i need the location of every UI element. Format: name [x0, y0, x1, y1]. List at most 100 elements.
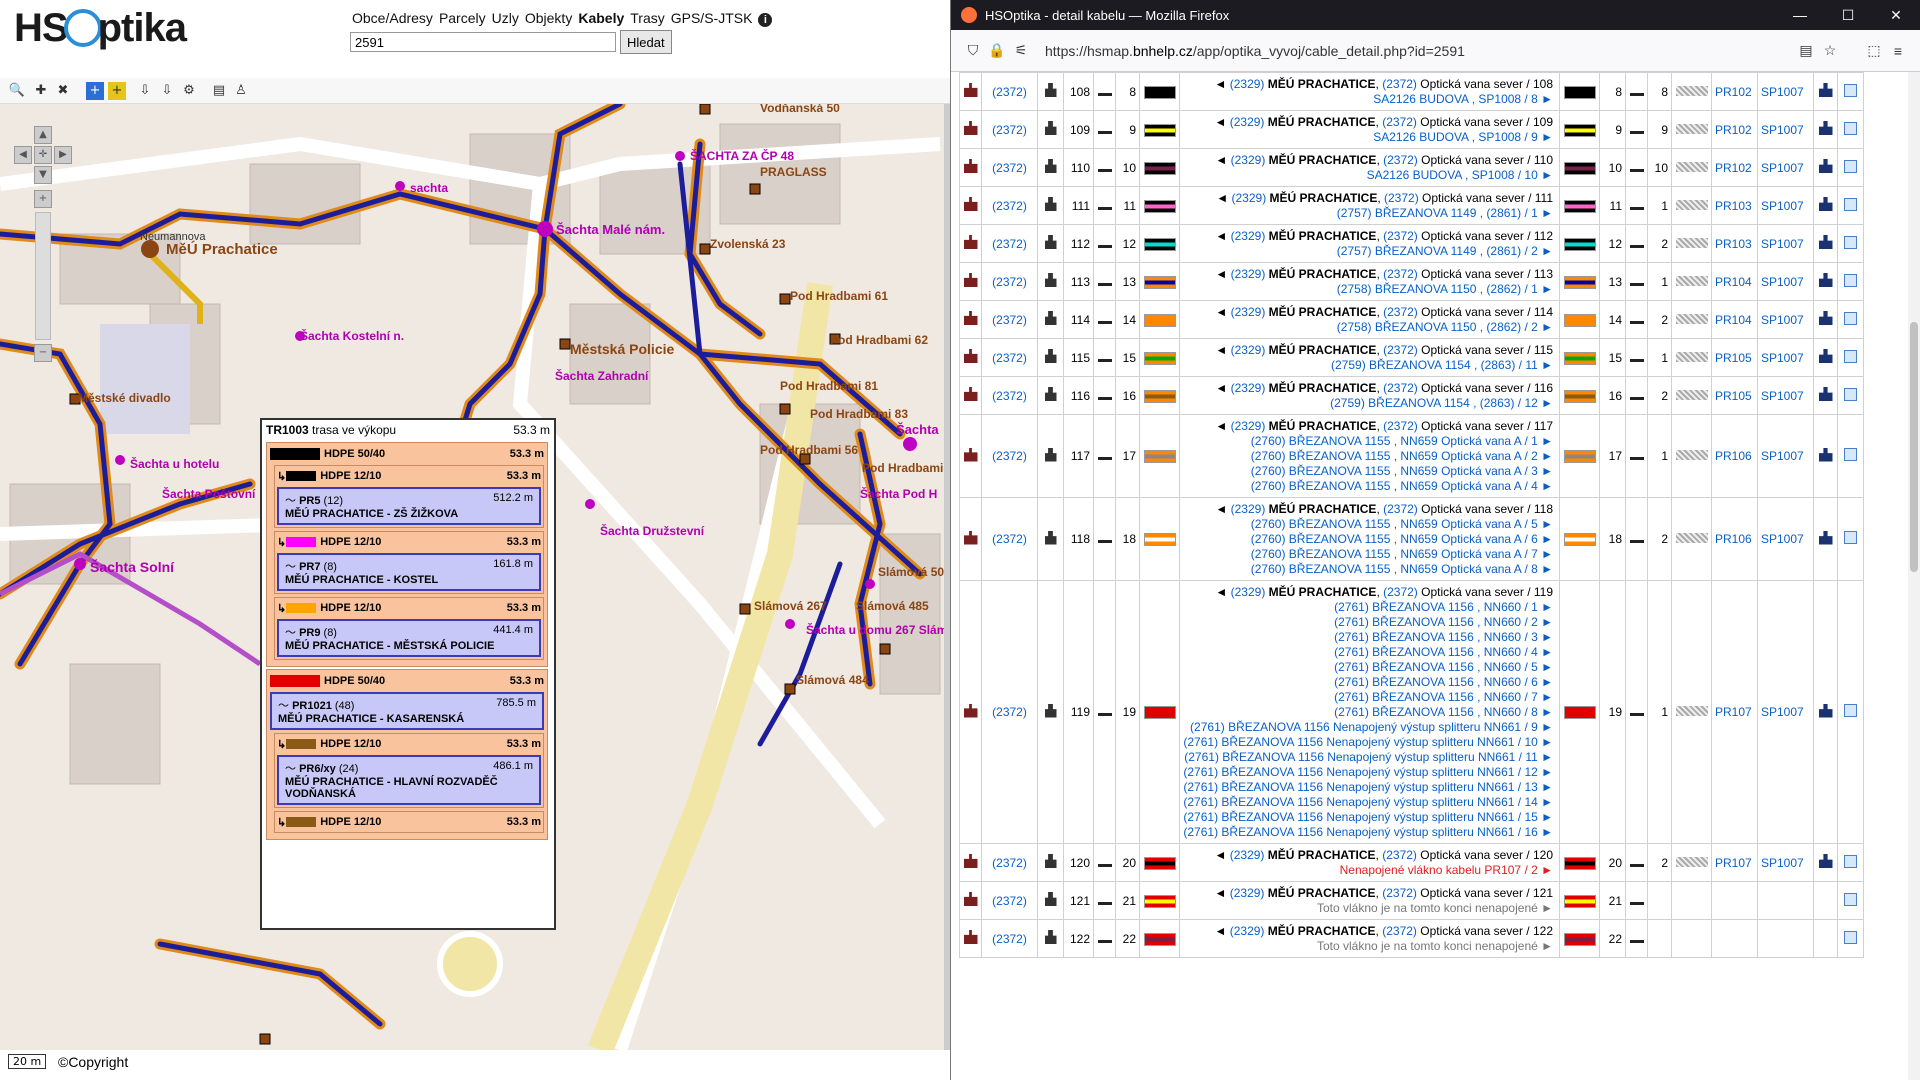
node-id[interactable]: (2372)	[981, 919, 1038, 958]
extensions-icon[interactable]: ⬚	[1862, 42, 1886, 59]
node-icon[interactable]	[963, 930, 978, 944]
fiber-destination[interactable]: (2758) BŘEZANOVA 1150 , (2862) / 2 ►	[1183, 320, 1553, 335]
fiber-destination[interactable]: (2761) BŘEZANOVA 1156 , NN660 / 4 ►	[1183, 645, 1553, 660]
splitter-link[interactable]: SP1007	[1757, 497, 1814, 581]
pan-left-icon[interactable]: ◀	[14, 146, 32, 164]
cable-link[interactable]: PR103	[1711, 186, 1758, 225]
pan-up-icon[interactable]: ▲	[34, 126, 52, 144]
permissions-icon[interactable]: ⚟	[1009, 42, 1033, 59]
node-link[interactable]: (2372)	[1384, 191, 1419, 205]
arrow-left-icon[interactable]: ◄	[1215, 419, 1227, 433]
node-link[interactable]: (2329)	[1231, 585, 1266, 599]
node-link[interactable]: (2329)	[1230, 115, 1265, 129]
cable-card[interactable]: 〜 PR9 (8) 441.4 m MĚÚ PRACHATICE - MĚSTS…	[277, 619, 541, 657]
network-icon[interactable]	[1818, 447, 1833, 462]
menu-item-2[interactable]: Uzly	[492, 10, 519, 26]
splitter-link[interactable]	[1757, 919, 1814, 958]
fiber-destination[interactable]: SA2126 BUDOVA , SP1008 / 9 ►	[1183, 130, 1553, 145]
splitter-link[interactable]: SP1007	[1757, 262, 1814, 301]
node-link[interactable]: (2372)	[1383, 381, 1418, 395]
node-id[interactable]: (2372)	[981, 224, 1038, 263]
node-link[interactable]: (2372)	[1383, 343, 1418, 357]
cable-link[interactable]: PR102	[1711, 148, 1758, 187]
cable-card[interactable]: 〜 PR6/xy (24) 486.1 m MĚÚ PRACHATICE - H…	[277, 755, 541, 805]
node-icon[interactable]	[963, 892, 978, 906]
node-link[interactable]: (2372)	[1383, 267, 1418, 281]
node-icon[interactable]	[963, 121, 978, 135]
cable-link[interactable]	[1711, 919, 1758, 958]
edit-icon[interactable]	[1844, 930, 1857, 944]
menu-item-5[interactable]: Trasy	[630, 10, 664, 26]
fiber-destination[interactable]: (2761) BŘEZANOVA 1156 Nenapojený výstup …	[1183, 795, 1553, 810]
node-icon[interactable]	[963, 854, 978, 868]
fiber-destination[interactable]: (2761) BŘEZANOVA 1156 Nenapojený výstup …	[1183, 735, 1553, 750]
splitter-link[interactable]: SP1007	[1757, 580, 1814, 844]
pan-down-icon[interactable]: ▼	[34, 166, 52, 184]
fiber-destination[interactable]: Nenapojené vlákno kabelu PR107 / 2 ►	[1183, 863, 1553, 878]
network-icon[interactable]	[1818, 159, 1833, 173]
fiber-destination[interactable]: (2760) BŘEZANOVA 1155 , NN659 Optická va…	[1183, 532, 1553, 547]
node-link[interactable]: (2329)	[1231, 381, 1266, 395]
network-icon[interactable]	[1818, 121, 1833, 135]
copyright[interactable]: ©Copyright	[58, 1054, 128, 1070]
node-id[interactable]: (2372)	[981, 497, 1038, 581]
arrow-left-icon[interactable]: ◄	[1215, 381, 1227, 395]
node-link[interactable]: (2372)	[1383, 419, 1418, 433]
fiber-destination[interactable]: (2761) BŘEZANOVA 1156 , NN660 / 8 ►	[1183, 705, 1553, 720]
import-icon[interactable]: ⇩	[158, 82, 176, 100]
node-link[interactable]: (2372)	[1383, 502, 1418, 516]
node-link[interactable]: (2372)	[1383, 229, 1418, 243]
splitter-link[interactable]: SP1007	[1757, 300, 1814, 339]
node-link[interactable]: (2329)	[1231, 153, 1266, 167]
arrow-left-icon[interactable]: ◄	[1215, 77, 1227, 91]
node-link[interactable]: (2372)	[1382, 115, 1417, 129]
arrow-left-icon[interactable]: ◄	[1215, 305, 1227, 319]
node-icon[interactable]	[963, 311, 978, 325]
network-icon[interactable]	[1818, 273, 1833, 287]
edit-icon[interactable]	[1844, 448, 1857, 461]
bookmark-star-icon[interactable]: ☆	[1818, 42, 1842, 59]
arrow-left-icon[interactable]: ◄	[1215, 848, 1227, 862]
node-link[interactable]: (2372)	[1382, 77, 1417, 91]
splitter-link[interactable]: SP1007	[1757, 186, 1814, 225]
edit-icon[interactable]	[1844, 531, 1857, 544]
node-link[interactable]: (2329)	[1232, 191, 1267, 205]
node-id[interactable]: (2372)	[981, 262, 1038, 301]
edit-icon[interactable]	[1844, 273, 1857, 287]
cable-link[interactable]: PR105	[1711, 338, 1758, 377]
fiber-destination[interactable]: (2760) BŘEZANOVA 1155 , NN659 Optická va…	[1183, 449, 1553, 464]
edit-icon[interactable]	[1844, 349, 1857, 363]
arrow-left-icon[interactable]: ◄	[1215, 886, 1227, 900]
network-icon[interactable]	[1818, 387, 1833, 401]
pan-right-icon[interactable]: ▶	[54, 146, 72, 164]
node-id[interactable]: (2372)	[981, 300, 1038, 339]
node-icon[interactable]	[963, 197, 978, 211]
fiber-destination[interactable]: (2761) BŘEZANOVA 1156 Nenapojený výstup …	[1183, 780, 1553, 795]
fiber-destination[interactable]: Toto vlákno je na tomto konci nenapojené…	[1183, 939, 1553, 954]
fiber-destination[interactable]: (2760) BŘEZANOVA 1155 , NN659 Optická va…	[1183, 562, 1553, 577]
splitter-link[interactable]: SP1007	[1757, 338, 1814, 377]
export-icon[interactable]: ⇩	[136, 82, 154, 100]
cable-link[interactable]: PR106	[1711, 414, 1758, 498]
zoom-out-button[interactable]: −	[34, 344, 52, 362]
popup-body[interactable]: HDPE 50/40 53.3 m ↳ HDPE 12/10 53.3 m 〜 P…	[262, 442, 554, 840]
node-link[interactable]: (2372)	[1382, 848, 1417, 862]
edit-icon[interactable]	[1844, 197, 1857, 211]
node-icon[interactable]	[963, 273, 978, 287]
cable-link[interactable]: PR104	[1711, 300, 1758, 339]
network-icon[interactable]	[1818, 83, 1833, 97]
fiber-destination[interactable]: (2757) BŘEZANOVA 1149 , (2861) / 1 ►	[1183, 206, 1553, 221]
fiber-destination[interactable]: (2760) BŘEZANOVA 1155 , NN659 Optická va…	[1183, 517, 1553, 532]
add-point-icon[interactable]: +	[108, 82, 126, 100]
fiber-destination[interactable]: (2761) BŘEZANOVA 1156 Nenapojený výstup …	[1183, 750, 1553, 765]
cable-link[interactable]: PR102	[1711, 110, 1758, 149]
node-link[interactable]: (2329)	[1231, 267, 1266, 281]
fiber-destination[interactable]: (2757) BŘEZANOVA 1149 , (2861) / 2 ►	[1183, 244, 1553, 259]
node-icon[interactable]	[963, 387, 978, 401]
zoom-in-button[interactable]: +	[34, 190, 52, 208]
arrow-left-icon[interactable]: ◄	[1215, 229, 1227, 243]
fiber-destination[interactable]: (2759) BŘEZANOVA 1154 , (2863) / 11 ►	[1183, 358, 1553, 373]
network-icon[interactable]	[1818, 854, 1833, 868]
menu-item-4[interactable]: Kabely	[578, 10, 624, 26]
arrow-left-icon[interactable]: ◄	[1215, 924, 1227, 938]
